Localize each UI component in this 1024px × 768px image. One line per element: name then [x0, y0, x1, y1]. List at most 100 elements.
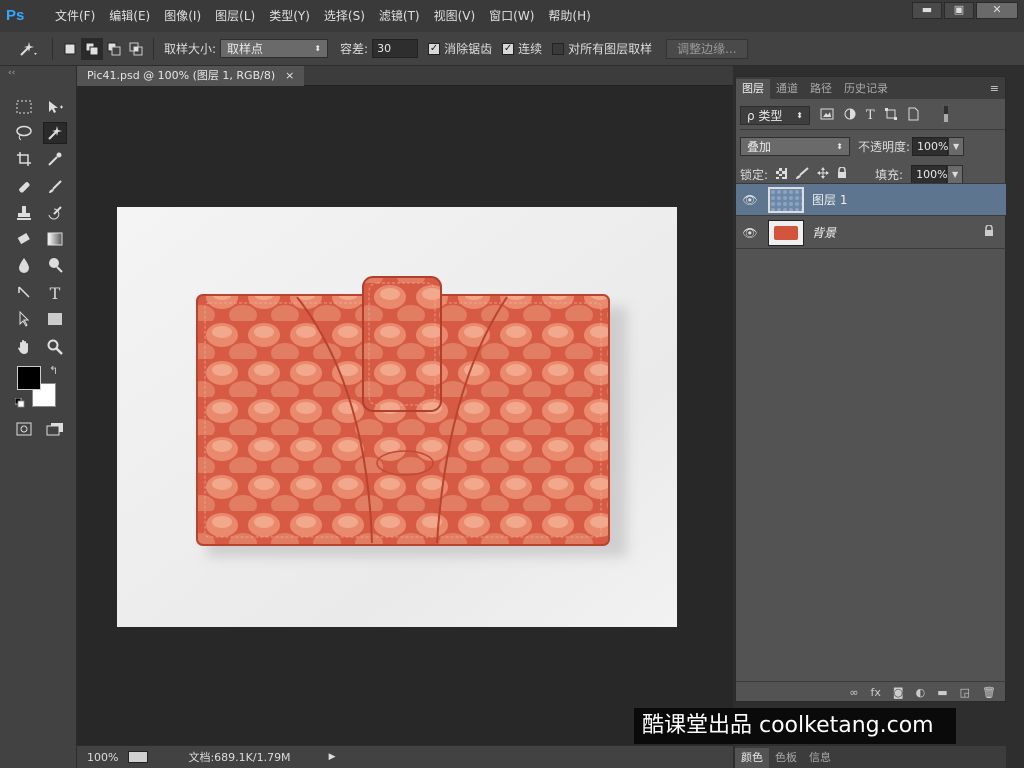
- clone-stamp-tool-icon[interactable]: [12, 202, 36, 224]
- collapse-icon[interactable]: ‹‹: [8, 68, 15, 78]
- tab-paths[interactable]: 路径: [804, 79, 838, 99]
- eyedropper-tool-icon[interactable]: [43, 148, 67, 170]
- marquee-tool-icon[interactable]: [12, 96, 36, 118]
- swap-colors-icon[interactable]: ↰: [49, 364, 58, 377]
- tab-color[interactable]: 颜色: [735, 748, 769, 768]
- dodge-tool-icon[interactable]: [43, 254, 67, 276]
- eraser-tool-icon[interactable]: [12, 228, 36, 250]
- menu-items: 文件(F) 编辑(E) 图像(I) 图层(L) 类型(Y) 选择(S) 滤镜(T…: [48, 0, 598, 32]
- lasso-tool-icon[interactable]: [12, 122, 36, 144]
- tab-layers[interactable]: 图层: [736, 79, 770, 99]
- delete-layer-icon[interactable]: 🗑: [982, 686, 996, 699]
- history-brush-tool-icon[interactable]: [43, 202, 67, 224]
- tolerance-label: 容差:: [340, 42, 369, 56]
- menu-layer[interactable]: 图层(L): [208, 0, 262, 32]
- menu-image[interactable]: 图像(I): [157, 0, 208, 32]
- magic-wand-tool-icon[interactable]: [43, 122, 67, 144]
- refine-edge-button[interactable]: 调整边缘...: [666, 38, 748, 59]
- lock-pixels-icon[interactable]: [795, 167, 809, 182]
- image-canvas[interactable]: [117, 207, 677, 627]
- lock-all-icon[interactable]: [837, 166, 847, 182]
- menu-help[interactable]: 帮助(H): [541, 0, 597, 32]
- menu-filter[interactable]: 滤镜(T): [372, 0, 427, 32]
- menu-window[interactable]: 窗口(W): [482, 0, 541, 32]
- intersect-selection-icon[interactable]: [125, 38, 147, 60]
- opacity-slider-arrow-icon[interactable]: ▼: [948, 137, 965, 156]
- menu-file[interactable]: 文件(F): [48, 0, 102, 32]
- visibility-eye-icon[interactable]: 👁: [736, 226, 764, 240]
- blend-mode-dropdown[interactable]: 叠加 ⬍: [740, 137, 850, 156]
- default-colors-icon[interactable]: [14, 397, 25, 408]
- type-tool-icon[interactable]: T: [43, 282, 67, 304]
- sample-size-dropdown[interactable]: 取样点 ⬍: [220, 39, 329, 58]
- crop-tool-icon[interactable]: [12, 148, 36, 170]
- filter-pixel-icon[interactable]: [820, 108, 834, 123]
- tolerance-input[interactable]: 30: [372, 39, 419, 58]
- tab-swatches[interactable]: 色板: [769, 748, 803, 768]
- document-area: Pic41.psd @ 100% (图层 1, RGB/8) × 100% 文档…: [77, 66, 733, 768]
- menu-type[interactable]: 类型(Y): [262, 0, 317, 32]
- path-selection-tool-icon[interactable]: [12, 308, 36, 330]
- menu-select[interactable]: 选择(S): [317, 0, 372, 32]
- menu-edit[interactable]: 编辑(E): [102, 0, 157, 32]
- subtract-from-selection-icon[interactable]: [103, 38, 125, 60]
- new-layer-icon[interactable]: ◲: [960, 686, 970, 699]
- foreground-color-swatch[interactable]: [17, 366, 41, 390]
- antialias-checkbox[interactable]: ✓ 消除锯齿: [428, 40, 492, 57]
- close-tab-icon[interactable]: ×: [285, 66, 294, 86]
- tab-info[interactable]: 信息: [803, 748, 837, 768]
- new-adjustment-layer-icon[interactable]: ◐: [916, 686, 926, 699]
- add-to-selection-icon[interactable]: [81, 37, 103, 60]
- gradient-tool-icon[interactable]: [43, 228, 67, 250]
- pen-tool-icon[interactable]: [12, 282, 36, 304]
- new-selection-icon[interactable]: [59, 38, 81, 60]
- new-group-icon[interactable]: ▬: [937, 686, 947, 699]
- layer-row-layer1[interactable]: 👁 图层 1: [736, 184, 1006, 216]
- layer-style-icon[interactable]: fx: [871, 686, 881, 699]
- document-tab[interactable]: Pic41.psd @ 100% (图层 1, RGB/8) ×: [77, 66, 305, 86]
- color-panel-tabs: 颜色 色板 信息: [735, 746, 1006, 768]
- rectangle-tool-icon[interactable]: [43, 308, 67, 330]
- filter-toggle-icon[interactable]: [942, 104, 950, 126]
- filter-smart-object-icon[interactable]: [907, 107, 919, 124]
- tab-history[interactable]: 历史记录: [838, 79, 894, 99]
- filter-type-icon[interactable]: T: [866, 108, 875, 123]
- fill-slider-arrow-icon[interactable]: ▼: [947, 165, 964, 184]
- watermark-overlay: 酷课堂出品 coolketang.com: [634, 708, 956, 744]
- lock-position-icon[interactable]: [817, 167, 830, 182]
- layers-footer: ∞ fx ◙ ◐ ▬ ◲ 🗑: [736, 681, 1006, 703]
- checkbox-unchecked-icon: [552, 42, 565, 55]
- minimize-button[interactable]: ▬: [912, 2, 942, 19]
- panel-menu-icon[interactable]: ≡: [990, 79, 999, 99]
- checkbox-checked-icon: ✓: [502, 42, 515, 55]
- visibility-eye-icon[interactable]: 👁: [736, 193, 764, 207]
- sample-all-layers-checkbox[interactable]: 对所有图层取样: [552, 40, 652, 57]
- layer-row-background[interactable]: 👁 背景: [736, 217, 1006, 249]
- healing-brush-tool-icon[interactable]: [12, 176, 36, 198]
- status-menu-arrow-icon[interactable]: ▶: [329, 752, 336, 762]
- filter-shape-icon[interactable]: [884, 108, 897, 123]
- filter-adjustment-icon[interactable]: [844, 108, 856, 123]
- screen-mode-icon[interactable]: [43, 418, 67, 440]
- blend-mode-value: 叠加: [747, 140, 772, 154]
- add-mask-icon[interactable]: ◙: [893, 686, 904, 699]
- brush-tool-icon[interactable]: [43, 176, 67, 198]
- magic-wand-preset-icon[interactable]: [10, 38, 46, 60]
- filter-kind-dropdown[interactable]: ρ 类型 ⬍: [740, 106, 810, 125]
- close-button[interactable]: ✕: [976, 2, 1018, 19]
- hand-tool-icon[interactable]: [12, 336, 36, 358]
- menu-view[interactable]: 视图(V): [427, 0, 483, 32]
- fill-input[interactable]: 100%: [911, 165, 948, 184]
- zoom-tool-icon[interactable]: [43, 336, 67, 358]
- tab-channels[interactable]: 通道: [770, 79, 804, 99]
- zoom-level[interactable]: 100%: [87, 751, 118, 764]
- contiguous-label: 连续: [518, 42, 543, 56]
- lock-transparent-icon[interactable]: [776, 167, 788, 182]
- quick-mask-icon[interactable]: [12, 418, 36, 440]
- move-tool-icon[interactable]: [43, 96, 67, 118]
- contiguous-checkbox[interactable]: ✓ 连续: [502, 40, 542, 57]
- blur-tool-icon[interactable]: [12, 254, 36, 276]
- opacity-input[interactable]: 100%: [912, 137, 949, 156]
- maximize-button[interactable]: ▣: [944, 2, 974, 19]
- link-layers-icon[interactable]: ∞: [849, 686, 858, 699]
